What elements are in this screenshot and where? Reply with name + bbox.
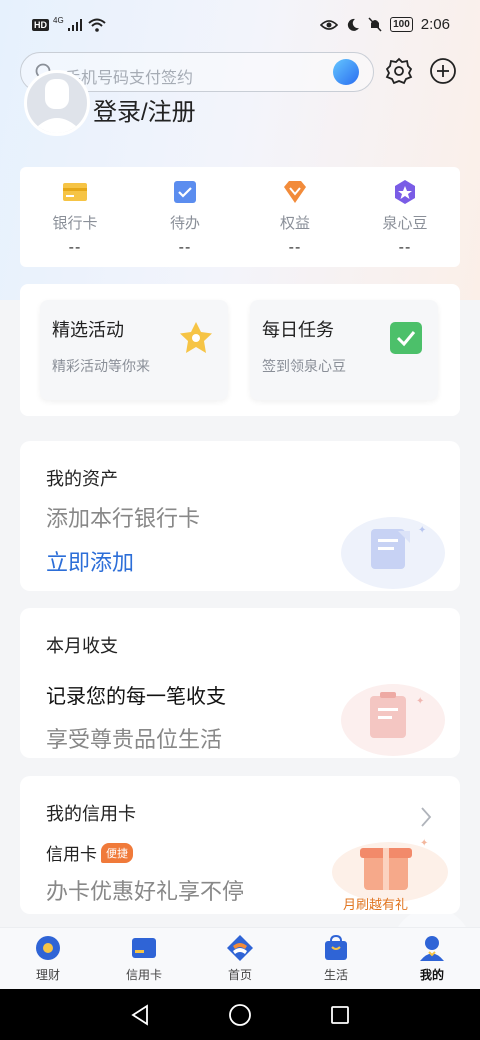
home-logo-icon (227, 935, 253, 961)
avatar[interactable] (24, 70, 90, 136)
activity-section: 精选活动 精彩活动等你来 每日任务 签到领泉心豆 (20, 284, 460, 416)
stat-value: -- (178, 239, 192, 256)
credit-tag-line: 信用卡 便捷 (46, 840, 133, 865)
task-check-icon (390, 322, 422, 354)
convenient-badge: 便捷 (101, 842, 133, 863)
gift-illustration-icon: ✦ (332, 838, 448, 902)
life-bag-icon (325, 934, 347, 960)
hd-badge: HD (32, 19, 49, 31)
stat-value: -- (288, 239, 302, 256)
profile-icon (420, 936, 444, 961)
tile-title: 每日任务 (262, 320, 334, 340)
card-title: 我的资产 (46, 469, 118, 489)
stat-label: 权益 (279, 215, 310, 232)
svg-text:✦: ✦ (418, 525, 426, 536)
card-subtitle: 享受尊贵品位生活 (46, 727, 223, 752)
nav-label: 首页 (227, 968, 252, 982)
daily-tasks-tile[interactable]: 每日任务 签到领泉心豆 (250, 300, 438, 400)
stat-label: 泉心豆 (382, 215, 428, 232)
settings-gear-icon[interactable] (384, 56, 414, 86)
network-type: 4G (53, 15, 64, 25)
featured-activities-tile[interactable]: 精选活动 精彩活动等你来 (40, 300, 228, 400)
bottom-navigation: 理财 信用卡 首页 生活 我的 (0, 908, 480, 989)
my-assets-card[interactable]: 我的资产 添加本行银行卡 立即添加 ✦ (20, 441, 460, 591)
nav-home[interactable]: 首页 (192, 928, 288, 989)
stat-rights[interactable]: 权益 -- (240, 167, 350, 267)
system-navigation-bar (0, 989, 480, 1040)
rights-gem-icon (284, 181, 306, 203)
document-illustration-icon: ✦ (341, 517, 445, 589)
moon-icon (347, 18, 360, 31)
tile-subtitle: 精彩活动等你来 (52, 358, 150, 374)
card-subtitle: 添加本行银行卡 (46, 506, 201, 531)
nav-credit-card[interactable]: 信用卡 (96, 928, 192, 989)
avatar-placeholder-icon (31, 79, 83, 133)
wealth-icon (36, 936, 60, 960)
card-headline: 记录您的每一笔收支 (46, 686, 226, 708)
stat-value: -- (68, 239, 82, 256)
credit-card-icon (132, 938, 156, 958)
svg-text:✦: ✦ (420, 838, 428, 849)
stat-label: 待办 (169, 215, 200, 232)
assistant-logo-icon[interactable] (333, 59, 359, 85)
login-register-link[interactable]: 登录/注册 (93, 92, 196, 127)
stat-todo[interactable]: 待办 -- (130, 167, 240, 267)
monthly-budget-card[interactable]: 本月收支 记录您的每一笔收支 享受尊贵品位生活 ✦ (20, 608, 460, 758)
ledger-illustration-icon: ✦ (341, 684, 445, 756)
tag-label: 信用卡 (46, 845, 97, 864)
stat-bank-card[interactable]: 银行卡 -- (20, 167, 130, 267)
nav-label: 信用卡 (125, 968, 162, 982)
stat-beans[interactable]: 泉心豆 -- (350, 167, 460, 267)
nav-label: 我的 (419, 968, 444, 982)
status-bar: HD 4G 100 2:06 (0, 0, 480, 48)
chevron-right-icon[interactable] (420, 806, 432, 828)
card-title: 我的信用卡 (46, 804, 136, 824)
eye-icon (320, 19, 339, 30)
nav-wealth[interactable]: 理财 (0, 928, 96, 989)
nav-label: 生活 (323, 968, 348, 982)
add-icon[interactable] (428, 56, 458, 86)
promo-label: 月刷越有礼 (342, 897, 408, 912)
signal-icon (67, 19, 82, 31)
todo-check-icon (174, 181, 196, 203)
svg-text:✦: ✦ (416, 696, 424, 707)
star-icon (180, 322, 212, 353)
nav-life[interactable]: 生活 (288, 928, 384, 989)
card-title: 本月收支 (46, 636, 118, 656)
bank-card-icon (63, 183, 87, 201)
bean-star-icon (395, 180, 415, 204)
tile-subtitle: 签到领泉心豆 (262, 358, 346, 374)
nav-label: 理财 (35, 968, 60, 982)
card-subtitle: 办卡优惠好礼享不停 (46, 879, 245, 904)
back-icon[interactable] (129, 1003, 151, 1026)
wifi-icon (88, 18, 106, 32)
home-circle-icon[interactable] (228, 1003, 252, 1027)
nav-profile[interactable]: 我的 (384, 908, 480, 989)
add-now-link[interactable]: 立即添加 (46, 545, 134, 577)
credit-card-card[interactable]: 我的信用卡 信用卡 便捷 办卡优惠好礼享不停 ✦ 月刷越有礼 (20, 776, 460, 914)
quick-stats: 银行卡 -- 待办 -- 权益 -- 泉心豆 -- (20, 167, 460, 267)
stat-label: 银行卡 (52, 215, 98, 232)
recents-square-icon[interactable] (329, 1004, 351, 1026)
tile-title: 精选活动 (52, 320, 124, 340)
mute-bell-icon (368, 17, 382, 32)
clock: 2:06 (420, 16, 450, 33)
stat-value: -- (398, 239, 412, 256)
battery-indicator: 100 (390, 17, 413, 32)
